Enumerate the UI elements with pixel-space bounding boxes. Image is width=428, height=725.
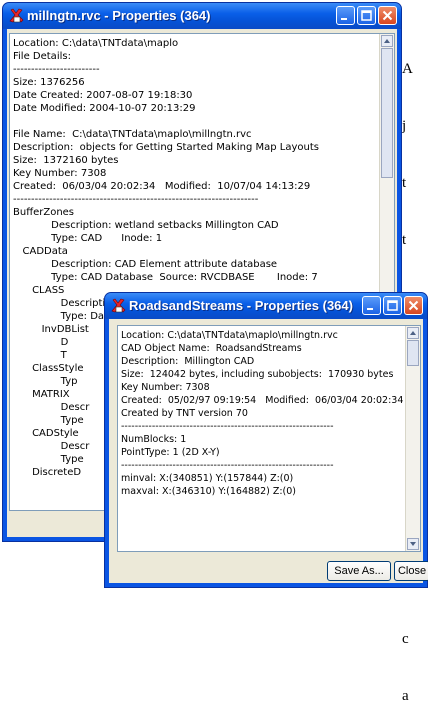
text-line: ----------------------------------------… [13,194,259,205]
page-text-line: j [402,118,407,134]
text-line: Size: 1376256 [13,77,85,88]
page-text-line: a [402,688,409,704]
text-line: Location: C:\data\TNTdata\maplo [13,38,179,49]
arrow-up-icon [384,39,390,43]
maximize-icon [361,10,372,21]
properties-window-roadsandstreams: RoadsandStreams - Properties (364) Locat… [104,292,428,588]
scroll-down-arrow[interactable] [407,538,419,550]
text-line: CADData [13,246,68,257]
window-title: RoadsandStreams - Properties (364) [129,298,353,313]
page-text-line: A [402,61,413,77]
text-line: Date Modified: 2004-10-07 20:13:29 [13,103,196,114]
page-text-line: c [402,631,409,647]
close-window-button[interactable] [378,6,397,25]
text-line: NumBlocks: 1 [121,434,187,445]
text-line: Type: CAD Inode: 1 [13,233,163,244]
text-line: BufferZones [13,207,75,218]
text-line: maxval: X:(346310) Y:(164882) Z:(0) [121,486,297,497]
tnt-app-icon [111,298,126,313]
maximize-icon [387,300,398,311]
maximize-button[interactable] [383,296,402,315]
scroll-up-arrow[interactable] [381,35,393,47]
minimize-button[interactable] [362,296,381,315]
text-line: Key Number: 7308 [13,168,107,179]
close-window-button[interactable] [404,296,423,315]
text-line: Created by TNT version 70 [121,408,248,419]
close-button[interactable]: Close [394,561,428,581]
text-line [13,115,378,128]
text-line: Type: CAD Database Source: RVCDBASE Inod… [13,272,318,283]
scroll-up-arrow[interactable] [407,327,419,339]
close-icon [382,10,393,21]
page-text-line: t [402,232,407,248]
minimize-icon [367,308,373,310]
text-line: Description: CAD Element attribute datab… [13,259,278,270]
close-icon [408,300,419,311]
scroll-thumb[interactable] [381,48,393,178]
text-line: File Name: C:\data\TNTdata\maplo\millngt… [13,129,252,140]
save-as-button[interactable]: Save As... [327,561,391,581]
text-line: Key Number: 7308 [121,382,210,393]
text-line: Description: objects for Getting Started… [13,142,319,153]
window-client-area: Location: C:\data\TNTdata\maplo\millngtn… [109,319,428,583]
arrow-up-icon [410,331,416,335]
text-line: ----------------------------------------… [121,421,334,432]
title-bar[interactable]: RoadsandStreams - Properties (364) [105,293,427,319]
text-line: Description: Millington CAD [121,356,255,367]
text-line: File Details: [13,51,71,62]
maximize-button[interactable] [357,6,376,25]
text-line: Created: 06/03/04 20:02:34 Modified: 10/… [13,181,311,192]
properties-text-area[interactable]: Location: C:\data\TNTdata\maplo\millngtn… [117,325,421,552]
tnt-app-icon [9,8,24,23]
window-title: millngtn.rvc - Properties (364) [27,8,211,23]
text-line: minval: X:(340851) Y:(157844) Z:(0) [121,473,294,484]
scroll-thumb[interactable] [407,340,419,366]
text-line: Description: wetland setbacks Millington… [13,220,279,231]
minimize-button[interactable] [336,6,355,25]
text-line: CAD Object Name: RoadsandStreams [121,343,302,354]
text-line: Date Created: 2007-08-07 19:18:30 [13,90,193,101]
arrow-down-icon [410,542,416,546]
text-line: ----------------------------------------… [121,460,334,471]
vertical-scrollbar[interactable] [405,326,420,551]
text-line: PointType: 1 (2D X-Y) [121,447,220,458]
text-line: Location: C:\data\TNTdata\maplo\millngtn… [121,330,338,341]
text-line: ------------------------ [13,64,100,75]
page-text-line: t [402,175,407,191]
minimize-icon [341,18,347,20]
text-line: Created: 05/02/97 09:19:54 Modified: 06/… [121,395,404,406]
text-line: Size: 1372160 bytes [13,155,119,166]
title-bar[interactable]: millngtn.rvc - Properties (364) [3,3,401,29]
text-line: Size: 124042 bytes, including subobjects… [121,369,394,380]
